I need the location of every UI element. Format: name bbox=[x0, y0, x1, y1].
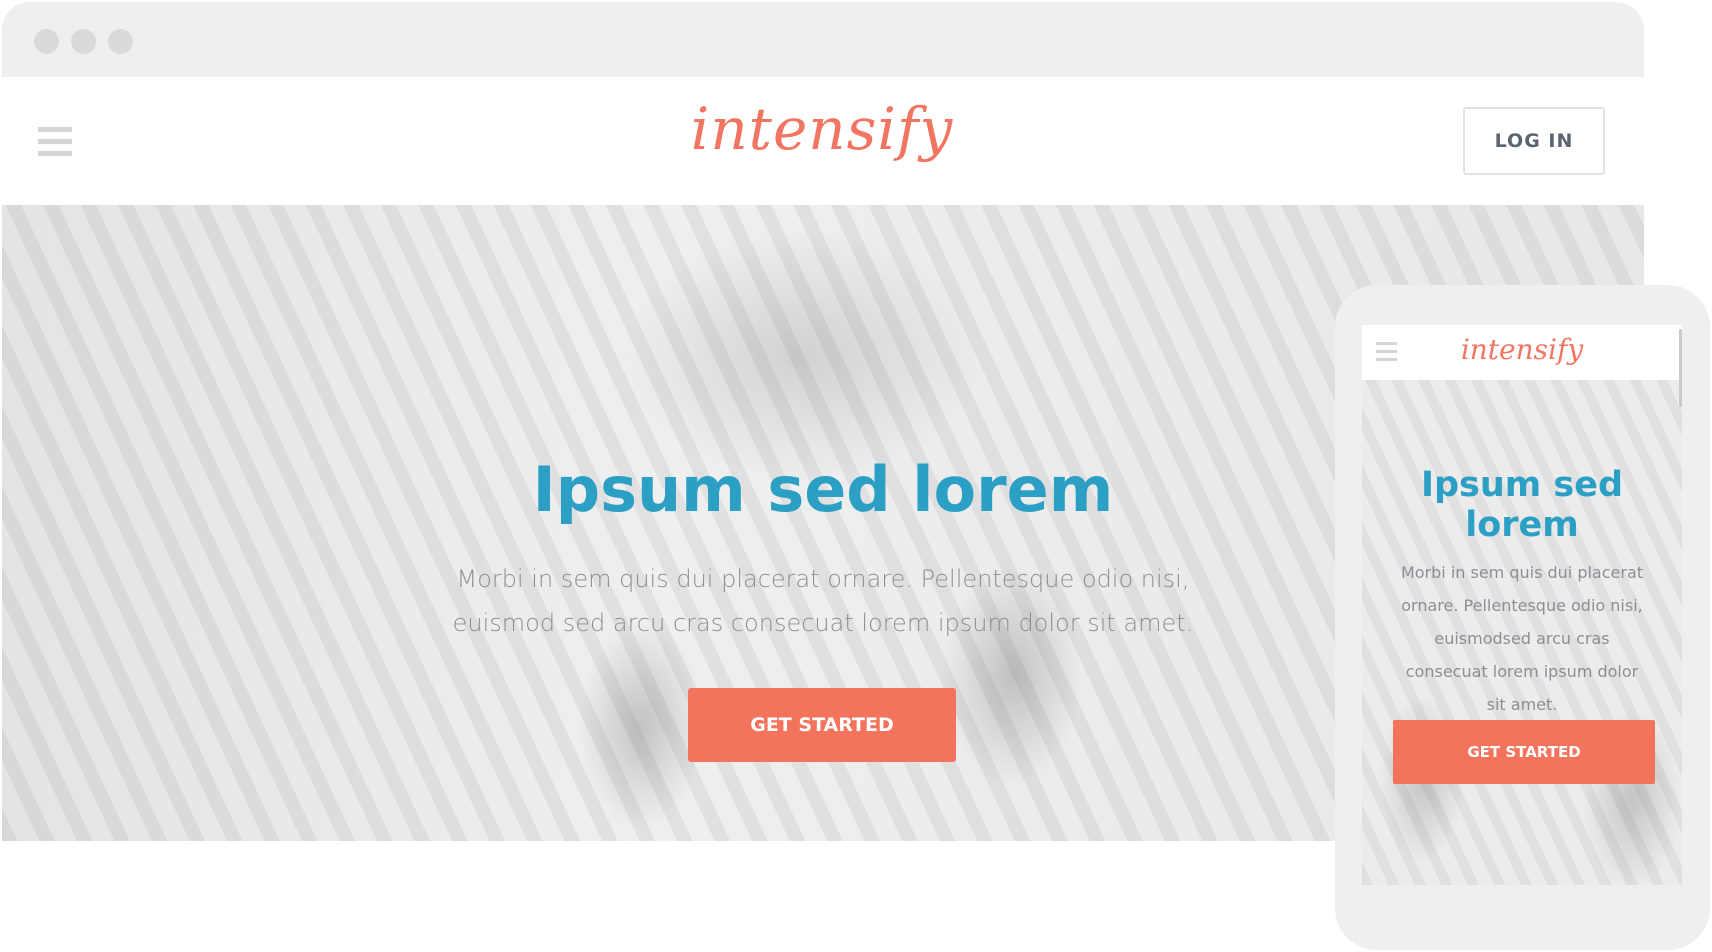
mobile-hero-title: Ipsum sed lorem bbox=[1420, 465, 1624, 545]
mobile-site-logo[interactable]: intensify bbox=[1432, 333, 1612, 366]
get-started-button[interactable]: GET STARTED bbox=[688, 688, 956, 762]
login-button[interactable]: LOG IN bbox=[1463, 107, 1605, 175]
window-close-dot[interactable] bbox=[34, 29, 59, 54]
mobile-hero-section: Ipsum sed lorem Morbi in sem quis dui pl… bbox=[1362, 380, 1682, 885]
mobile-phone-mockup: intensify Ipsum sed lorem Morbi in sem q… bbox=[1335, 285, 1710, 950]
site-logo[interactable]: intensify bbox=[622, 95, 1022, 163]
hamburger-icon[interactable] bbox=[1376, 342, 1397, 364]
mobile-site-header: intensify bbox=[1362, 325, 1682, 380]
mobile-scrollbar[interactable] bbox=[1679, 329, 1682, 407]
mobile-hero-description: Morbi in sem quis dui placerat ornare. P… bbox=[1400, 563, 1644, 714]
mobile-get-started-button[interactable]: GET STARTED bbox=[1393, 720, 1655, 784]
mobile-screen: intensify Ipsum sed lorem Morbi in sem q… bbox=[1362, 325, 1682, 885]
window-maximize-dot[interactable] bbox=[108, 29, 133, 54]
browser-title-bar bbox=[2, 2, 1644, 77]
hero-description: Morbi in sem quis dui placerat ornare. P… bbox=[452, 565, 1194, 637]
hamburger-icon[interactable] bbox=[38, 127, 72, 157]
window-minimize-dot[interactable] bbox=[71, 29, 96, 54]
site-header: intensify LOG IN bbox=[2, 77, 1644, 205]
